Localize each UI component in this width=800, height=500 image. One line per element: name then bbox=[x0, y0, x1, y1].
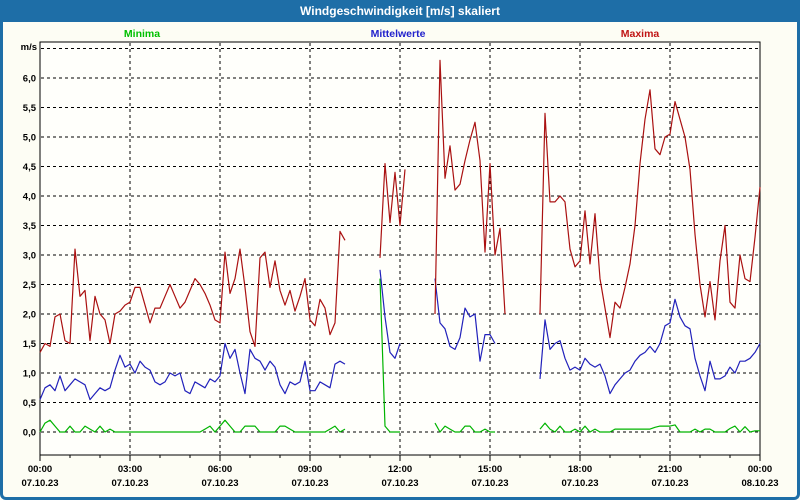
wind-speed-chart: 6,0 5,5 5,0 4,5 4,0 3,5 3,0 2,5 2,0 1,5 1,0 0,5 0,0 m… bbox=[21, 41, 779, 489]
x-tick-time: 21:00 bbox=[658, 464, 682, 475]
y-tick-label: 3,5 bbox=[23, 221, 37, 232]
y-tick-label: 4,0 bbox=[23, 192, 36, 203]
x-tick-time: 00:00 bbox=[748, 464, 772, 475]
y-tick-label: 2,5 bbox=[23, 280, 37, 291]
x-tick-time: 09:00 bbox=[298, 464, 322, 475]
x-tick-date: 07.10.23 bbox=[22, 478, 59, 489]
y-unit-label: m/s bbox=[21, 42, 37, 53]
x-tick-time: 18:00 bbox=[568, 464, 592, 475]
x-tick-date: 07.10.23 bbox=[112, 478, 149, 489]
x-tick-date: 07.10.23 bbox=[292, 478, 329, 489]
x-tick-time: 15:00 bbox=[478, 464, 502, 475]
legend-item-maxima: Maxima bbox=[620, 28, 660, 40]
y-tick-label: 0,0 bbox=[23, 428, 36, 439]
y-tick-label: 1,0 bbox=[23, 369, 36, 380]
x-tick-date: 07.10.23 bbox=[472, 478, 509, 489]
x-tick-time: 12:00 bbox=[388, 464, 412, 475]
legend-item-mittelwerte: Mittelwerte bbox=[370, 28, 426, 40]
y-tick-label: 3,0 bbox=[23, 251, 36, 262]
x-tick-date: 07.10.23 bbox=[382, 478, 419, 489]
y-tick-label: 5,5 bbox=[23, 103, 37, 114]
x-tick-time: 03:00 bbox=[118, 464, 142, 475]
y-tick-label: 6,0 bbox=[23, 74, 36, 85]
legend-item-minima: Minima bbox=[123, 28, 161, 40]
y-tick-label: 1,5 bbox=[23, 339, 37, 350]
x-tick-date: 08.10.23 bbox=[742, 478, 779, 489]
y-tick-label: 4,5 bbox=[23, 162, 37, 173]
x-tick-time: 06:00 bbox=[208, 464, 232, 475]
y-tick-label: 0,5 bbox=[23, 398, 37, 409]
y-tick-label: 5,0 bbox=[23, 133, 36, 144]
page-title: Windgeschwindigkeit [m/s] skaliert bbox=[300, 4, 500, 18]
x-tick-date: 07.10.23 bbox=[562, 478, 599, 489]
x-tick-date: 07.10.23 bbox=[202, 478, 239, 489]
x-tick-date: 07.10.23 bbox=[652, 478, 689, 489]
y-tick-label: 2,0 bbox=[23, 310, 36, 321]
x-tick-time: 00:00 bbox=[28, 464, 52, 475]
window-title-bar: Windgeschwindigkeit [m/s] skaliert bbox=[0, 0, 800, 22]
